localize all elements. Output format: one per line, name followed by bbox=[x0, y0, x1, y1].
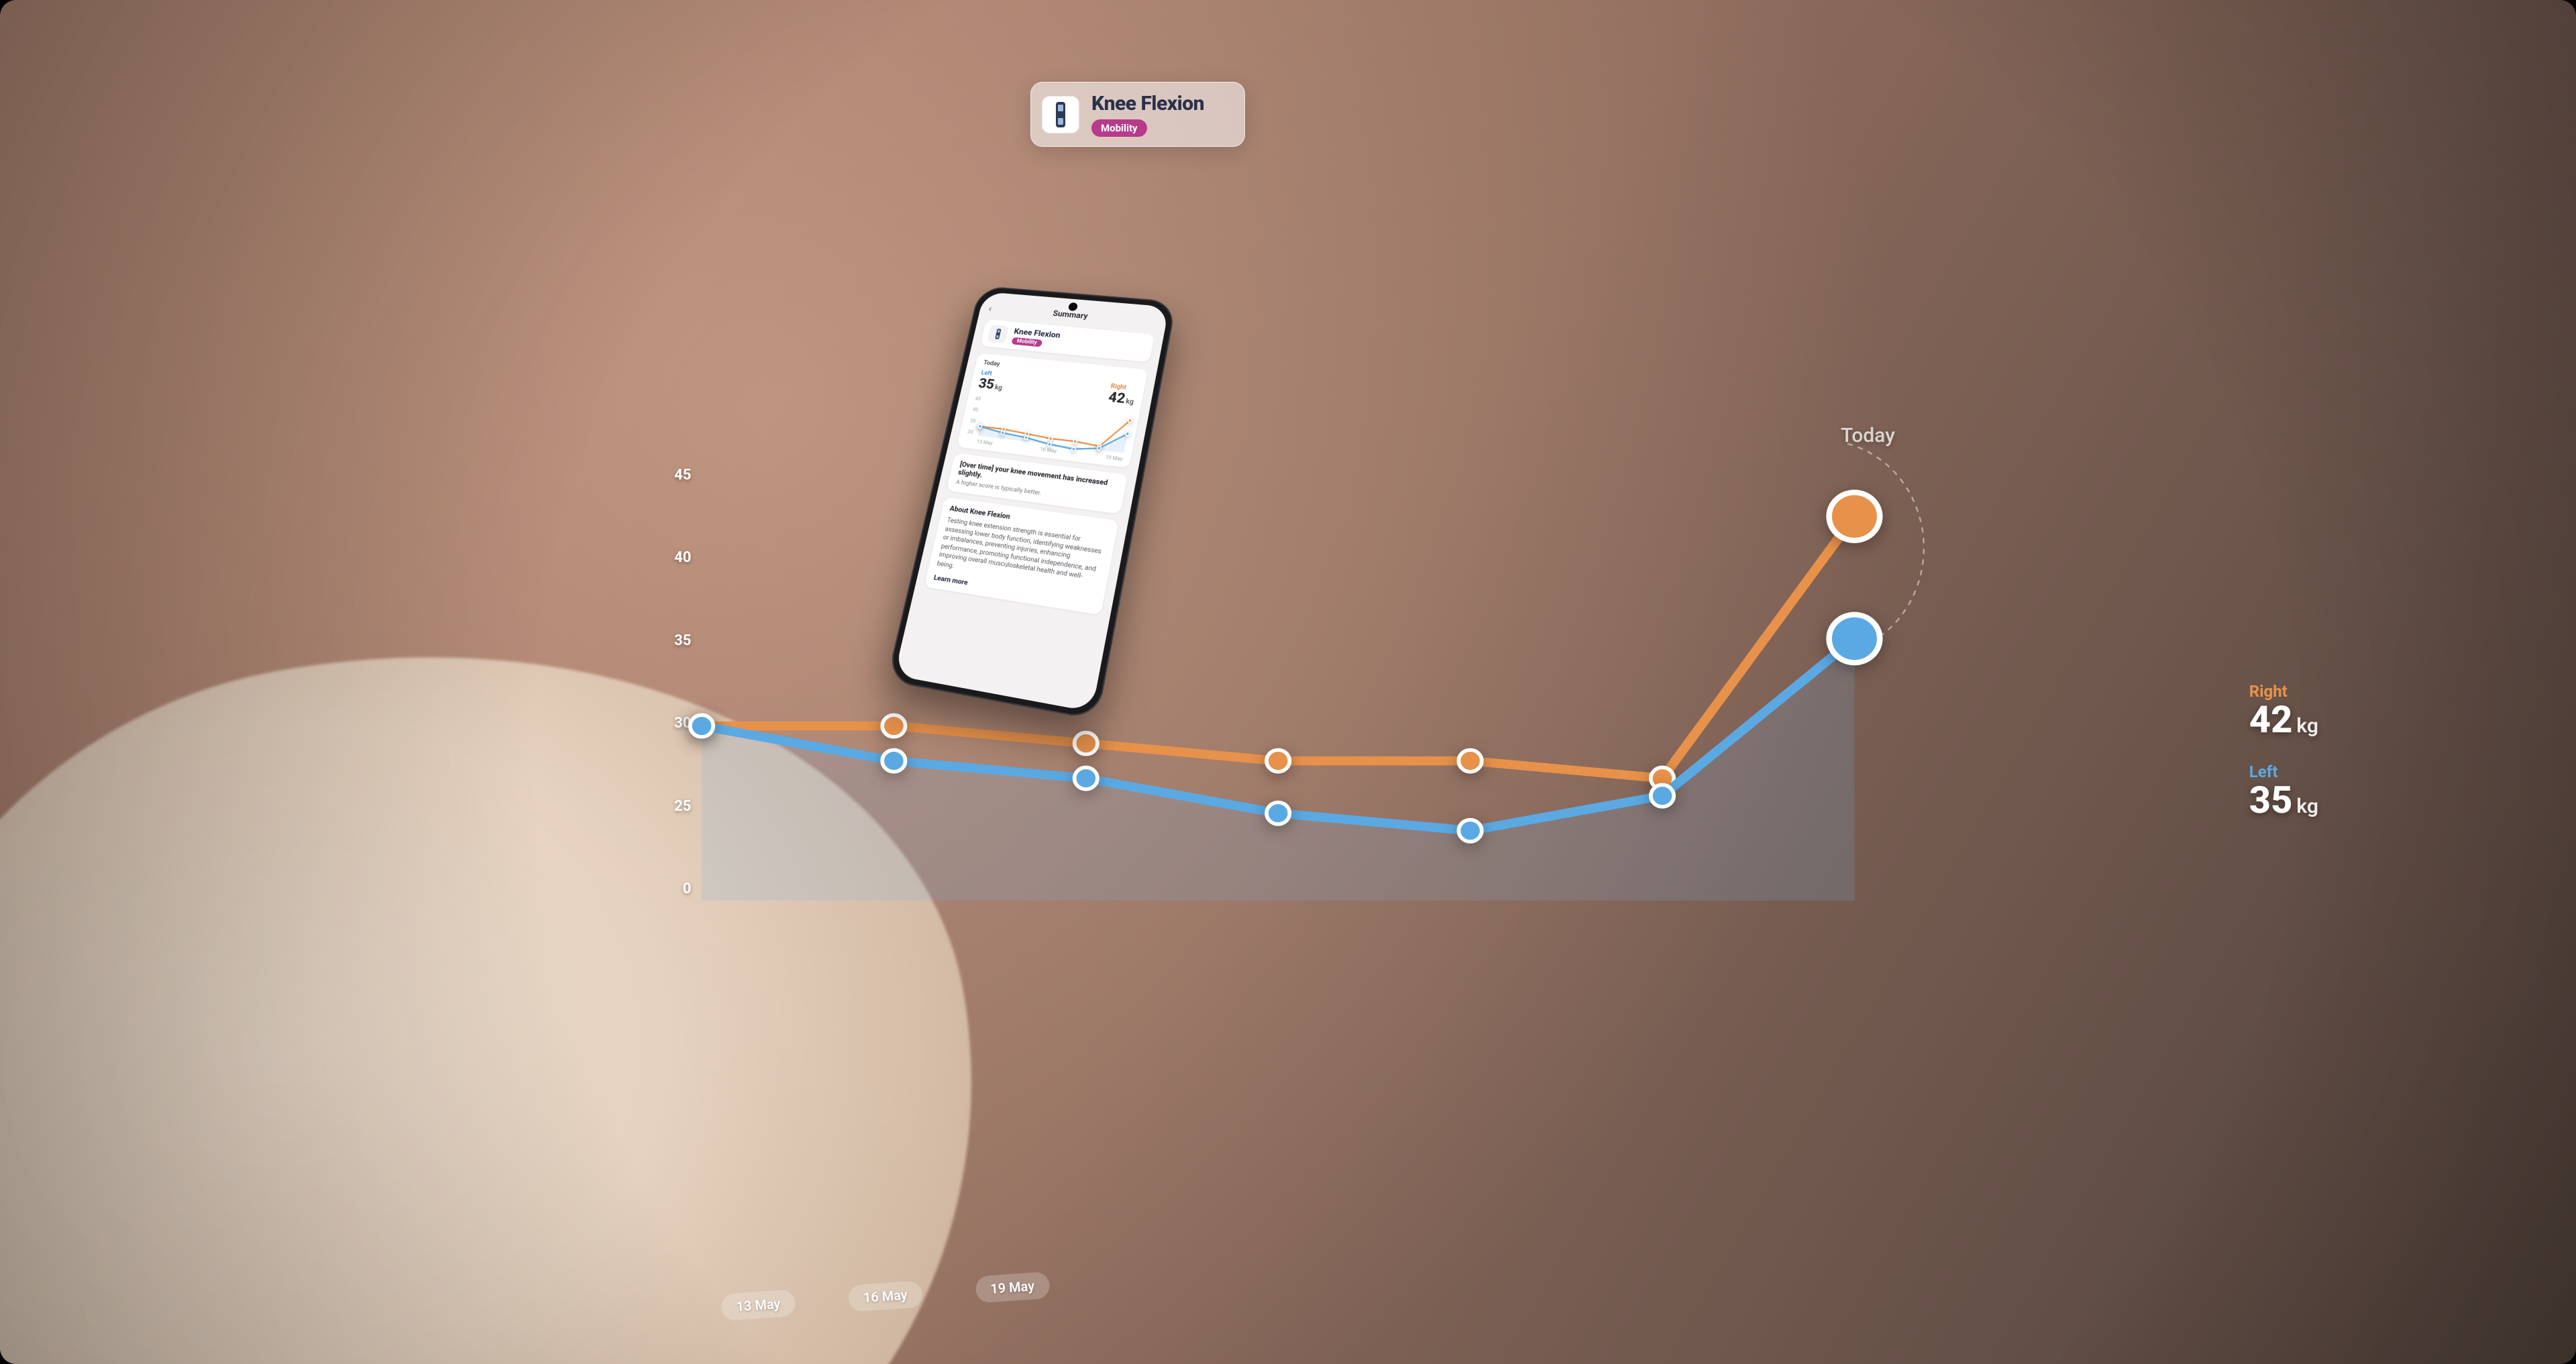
mini-x-date: 19 May bbox=[1105, 454, 1123, 462]
mini-y-tick: 35 bbox=[970, 418, 977, 424]
mini-y-tick: 30 bbox=[967, 429, 974, 435]
mini-x-date: 16 May bbox=[1040, 446, 1057, 453]
readout-left-value: 35 bbox=[2249, 778, 2293, 822]
today-block: Today Left 35kg Right 42kg 45 bbox=[957, 353, 1148, 468]
mini-x-date: 13 May bbox=[976, 439, 994, 446]
x-date: 13 May bbox=[720, 1289, 796, 1321]
y-tick: 40 bbox=[664, 549, 691, 566]
today-left-unit: kg bbox=[994, 383, 1003, 392]
exercise-title-card: Knee Flexion Mobility bbox=[1030, 82, 1245, 147]
x-date: 16 May bbox=[848, 1280, 923, 1312]
mini-y-tick: 45 bbox=[975, 396, 981, 402]
y-tick: 25 bbox=[664, 798, 691, 815]
about-card: About Knee Flexion Testing knee extensio… bbox=[924, 497, 1119, 615]
y-tick: 0 bbox=[664, 880, 691, 897]
readout-right-unit: kg bbox=[2296, 714, 2318, 738]
overlay-y-axis: 45 40 35 30 25 0 bbox=[664, 464, 691, 901]
today-right-unit: kg bbox=[1126, 397, 1135, 406]
y-tick: 45 bbox=[664, 467, 691, 484]
y-tick: 30 bbox=[664, 715, 691, 732]
back-icon[interactable]: ‹ bbox=[988, 302, 994, 314]
y-tick: 35 bbox=[664, 632, 691, 649]
x-date: 19 May bbox=[975, 1271, 1050, 1304]
sensor-device-icon bbox=[987, 325, 1010, 344]
readout-right-value: 42 bbox=[2249, 697, 2293, 742]
readout-left-unit: kg bbox=[2296, 795, 2318, 818]
learn-more-link[interactable]: Learn more bbox=[933, 573, 969, 587]
readout-left: Left 35kg bbox=[2249, 762, 2318, 819]
mini-card-badge: Mobility bbox=[1012, 337, 1043, 347]
category-badge: Mobility bbox=[1091, 119, 1147, 137]
sensor-device-icon bbox=[1042, 96, 1079, 133]
today-right-value: 42 bbox=[1108, 390, 1127, 407]
overlay-line-chart: 45 40 35 30 25 0 Today bbox=[669, 464, 1854, 901]
today-left: Left 35kg bbox=[977, 370, 1006, 394]
mini-line-chart: 45 40 35 30 13 May 16 May 19 May bbox=[965, 396, 1132, 462]
exercise-title: Knee Flexion bbox=[1091, 92, 1204, 115]
overlay-plot-svg bbox=[702, 464, 1854, 901]
overlay-readouts: Right 42kg Left 35kg bbox=[2249, 682, 2318, 819]
readout-right: Right 42kg bbox=[2249, 682, 2318, 738]
hero-stage: Knee Flexion Mobility 45 40 35 30 25 0 T… bbox=[0, 0, 2576, 1364]
today-right: Right 42kg bbox=[1108, 383, 1138, 408]
mini-y-tick: 40 bbox=[972, 406, 979, 412]
